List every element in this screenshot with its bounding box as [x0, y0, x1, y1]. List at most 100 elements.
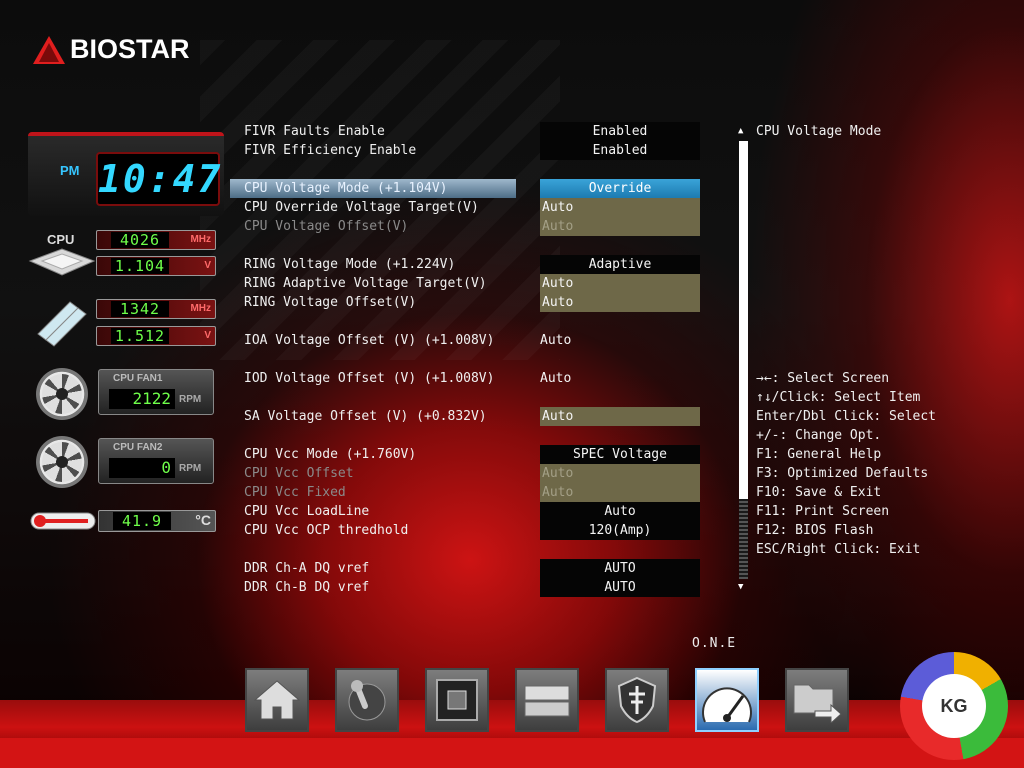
setting-iod-voltage-offset[interactable]: IOD Voltage Offset (V) (+1.008V) [244, 369, 494, 388]
temperature-unit: °C [195, 512, 211, 528]
setting-cpu-voltage-mode[interactable]: CPU Voltage Mode (+1.104V) [230, 179, 516, 198]
setting-cpu-vcc-ocp-thredhold[interactable]: CPU Vcc OCP thredhold [244, 521, 408, 540]
joystick-icon [348, 680, 386, 721]
setting-ddr-cha-dq-vref[interactable]: DDR Ch-A DQ vref [244, 559, 369, 578]
cpu-fan1-unit: RPM [179, 394, 202, 405]
setting-sa-voltage-offset[interactable]: SA Voltage Offset (V) (+0.832V) [244, 407, 487, 426]
cpu-frequency-value: 4026 [111, 232, 169, 248]
value-cpu-voltage-mode[interactable]: Override [540, 179, 700, 198]
logo-text: BIOSTAR [70, 34, 190, 64]
nav-chipset-button[interactable] [425, 668, 489, 732]
folder-exit-icon [793, 684, 842, 723]
value-ddr-chb-dq-vref[interactable]: AUTO [540, 578, 700, 597]
scrollbar-thumb[interactable] [739, 141, 748, 499]
bottom-accent-bar [0, 738, 1024, 768]
clock-ampm: PM [60, 163, 80, 178]
nav-home-button[interactable] [245, 668, 309, 732]
cpu-voltage-unit: V [204, 260, 211, 271]
value-ring-voltage-offset[interactable]: Auto [540, 293, 700, 312]
cpu-fan2-value: 0 [109, 458, 175, 478]
value-iod-voltage-offset[interactable]: Auto [540, 369, 700, 388]
value-cpu-vcc-ocp-thredhold[interactable]: 120(Amp) [540, 521, 700, 540]
nav-security-button[interactable] [605, 668, 669, 732]
value-ddr-cha-dq-vref[interactable]: AUTO [540, 559, 700, 578]
nav-save-exit-button[interactable] [785, 668, 849, 732]
value-sa-voltage-offset[interactable]: Auto [540, 407, 700, 426]
clock-time: 10:47 [96, 152, 220, 206]
value-fivr-efficiency-enable[interactable]: Enabled [540, 141, 700, 160]
cpu-label: CPU [47, 232, 75, 247]
value-cpu-vcc-offset: Auto [540, 464, 700, 483]
fan1-icon [36, 368, 88, 420]
biostar-logo: BIOSTAR [32, 34, 190, 65]
nav-advanced-button[interactable] [335, 668, 399, 732]
cpu-voltage-readout: 1.104 V [96, 256, 216, 276]
setting-ring-voltage-offset[interactable]: RING Voltage Offset(V) [244, 293, 416, 312]
value-cpu-vcc-loadline[interactable]: Auto [540, 502, 700, 521]
active-tab-label: O.N.E [692, 636, 737, 651]
memory-module-icon [37, 301, 87, 347]
cpu-fan1-label: CPU FAN1 [113, 373, 163, 384]
fan2-icon [36, 436, 88, 488]
setting-cpu-vcc-mode[interactable]: CPU Vcc Mode (+1.760V) [244, 445, 416, 464]
key-legend-line: F11: Print Screen [756, 504, 890, 519]
key-legend-line: F1: General Help [756, 447, 882, 462]
setting-cpu-voltage-offset: CPU Voltage Offset(V) [244, 219, 409, 234]
memory-voltage-readout: 1.512 V [96, 326, 216, 346]
key-legend: →←: Select Screen ↑↓/Click: Select Item … [756, 369, 936, 559]
watermark-text: KG [922, 674, 986, 738]
memory-frequency-readout: 1342 MHz [96, 299, 216, 319]
key-legend-line: ↑↓/Click: Select Item [756, 390, 921, 405]
drive-icon [524, 685, 570, 717]
cpu-chip-icon [28, 248, 96, 276]
setting-ring-voltage-mode[interactable]: RING Voltage Mode (+1.224V) [244, 255, 455, 274]
scroll-down-arrow-icon[interactable]: ▼ [738, 582, 743, 592]
cpu-frequency-readout: 4026 MHz [96, 230, 216, 250]
cpu-voltage-value: 1.104 [111, 258, 169, 274]
cpu-fan2-readout: CPU FAN2 0 RPM [98, 438, 214, 484]
scroll-up-arrow-icon[interactable]: ▲ [738, 126, 743, 136]
thermometer-icon [30, 512, 96, 530]
shield-cross-icon [617, 676, 657, 724]
value-cpu-vcc-fixed: Auto [540, 483, 700, 502]
value-cpu-override-voltage-target[interactable]: Auto [540, 198, 700, 217]
setting-ring-adaptive-voltage-target[interactable]: RING Adaptive Voltage Target(V) [244, 274, 487, 293]
value-ring-voltage-mode[interactable]: Adaptive [540, 255, 700, 274]
value-cpu-vcc-mode[interactable]: SPEC Voltage [540, 445, 700, 464]
cpu-fan2-label: CPU FAN2 [113, 442, 163, 453]
temperature-value: 41.9 [113, 512, 171, 530]
setting-cpu-vcc-loadline[interactable]: CPU Vcc LoadLine [244, 502, 369, 521]
key-legend-line: F3: Optimized Defaults [756, 466, 929, 481]
key-legend-line: +/-: Change Opt. [756, 428, 882, 443]
home-icon [253, 680, 301, 720]
nav-one-button[interactable] [695, 668, 759, 732]
setting-fivr-faults-enable[interactable]: FIVR Faults Enable [244, 122, 385, 141]
key-legend-line: F12: BIOS Flash [756, 523, 874, 538]
memory-voltage-unit: V [204, 330, 211, 341]
key-legend-line: Enter/Dbl Click: Select [756, 409, 937, 424]
setting-cpu-override-voltage-target[interactable]: CPU Override Voltage Target(V) [244, 198, 479, 217]
temperature-readout: 41.9 °C [98, 510, 216, 532]
memory-frequency-value: 1342 [111, 301, 169, 317]
setting-cpu-vcc-offset: CPU Vcc Offset [244, 466, 354, 481]
value-fivr-faults-enable[interactable]: Enabled [540, 122, 700, 141]
cpu-fan1-value: 2122 [109, 389, 175, 409]
setting-cpu-vcc-fixed: CPU Vcc Fixed [244, 485, 346, 500]
biostar-star-icon [33, 35, 65, 64]
cpu-fan2-unit: RPM [179, 463, 202, 474]
cpu-frequency-unit: MHz [190, 234, 211, 245]
cpu-fan1-readout: CPU FAN1 2122 RPM [98, 369, 214, 415]
help-title: CPU Voltage Mode [756, 124, 882, 139]
nav-boot-button[interactable] [515, 668, 579, 732]
kitguru-watermark-logo: KG [900, 652, 1008, 760]
memory-voltage-value: 1.512 [111, 328, 169, 344]
value-ring-adaptive-voltage-target[interactable]: Auto [540, 274, 700, 293]
value-ioa-voltage-offset[interactable]: Auto [540, 331, 700, 350]
key-legend-line: →←: Select Screen [756, 371, 890, 386]
setting-ddr-chb-dq-vref[interactable]: DDR Ch-B DQ vref [244, 578, 369, 597]
value-cpu-voltage-offset: Auto [540, 217, 700, 236]
key-legend-line: F10: Save & Exit [756, 485, 882, 500]
setting-fivr-efficiency-enable[interactable]: FIVR Efficiency Enable [244, 141, 416, 160]
setting-ioa-voltage-offset[interactable]: IOA Voltage Offset (V) (+1.008V) [244, 331, 494, 350]
memory-frequency-unit: MHz [190, 303, 211, 314]
